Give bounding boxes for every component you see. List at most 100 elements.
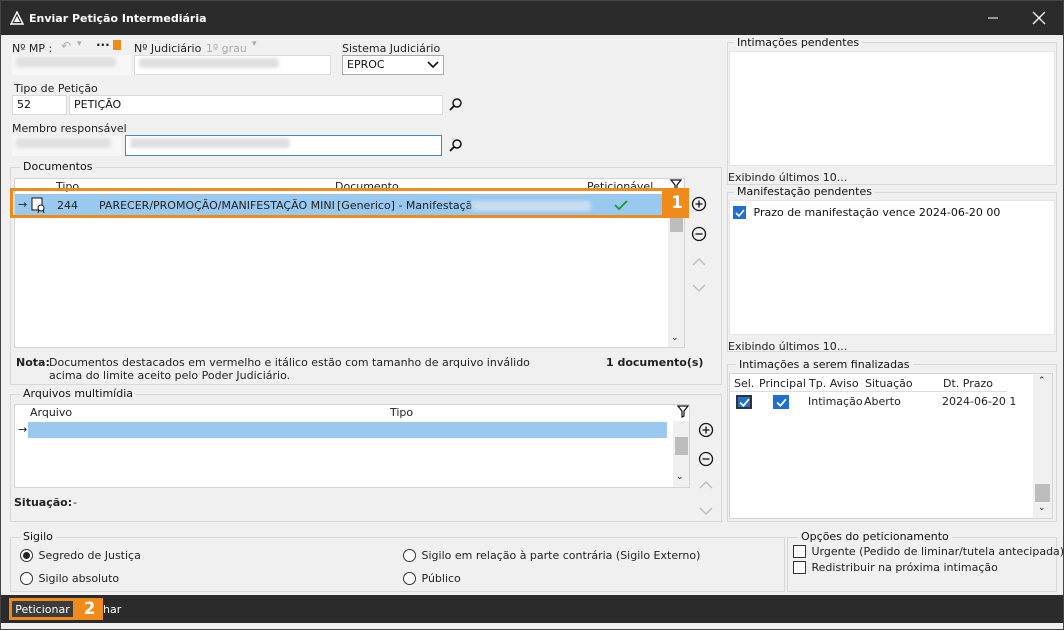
list-item[interactable]: Prazo de manifestação vence 2024-06-20 0… [733,205,1053,221]
row-situacao: Aberto [864,395,901,408]
col-situacao[interactable]: Situação [865,377,913,390]
sistema-label: Sistema Judiciário [342,42,441,55]
chevron-up-icon [692,258,706,266]
manifestacao-label: Manifestação pendentes [734,185,875,198]
externo-label: Sigilo em relação à parte contrária (Sig… [421,548,701,562]
mp-number-field[interactable] [12,55,131,75]
finalizadas-scrollbar[interactable]: ⌃ ⌄ [1033,374,1052,518]
callout-badge-2: 2 [76,598,103,620]
col-dt-prazo[interactable]: Dt. Prazo [943,377,993,390]
dropdown-chevron-icon [427,61,439,69]
scrollbar-thumb[interactable] [670,218,683,232]
mp-label: Nº MP : [12,42,53,55]
scrollbar-thumb[interactable] [675,437,688,455]
row-aviso: Intimação [808,395,863,408]
peticionar-button[interactable]: Peticionar [9,598,76,620]
file-move-down-button[interactable] [697,502,715,520]
absoluto-radio[interactable]: Sigilo absoluto [20,571,119,585]
principal-checkbox[interactable] [773,395,789,409]
flag-icon [113,40,121,50]
col-principal[interactable]: Principal [759,377,806,390]
remove-file-button[interactable] [697,450,715,468]
row-prazo: 2024-06-20 1 [942,395,1017,408]
segredo-label: Segredo de Justiça [38,548,141,562]
scroll-down-icon[interactable]: ⌄ [676,472,684,482]
chevron-down-icon [692,284,706,292]
publico-radio[interactable]: Público [403,571,461,585]
table-row[interactable]: Intimação Aberto 2024-06-20 1 [730,393,1030,411]
finalizadas-grid: Sel. Principal Tp. Aviso Situação Dt. Pr… [729,373,1053,519]
col-tp-aviso[interactable]: Tp. Aviso [809,377,859,390]
scroll-down-icon[interactable]: ⌄ [671,333,679,343]
instance-label: 1º grau [206,42,247,55]
sistema-select[interactable]: EPROC [342,55,444,75]
minimize-button[interactable] [971,1,1015,35]
membro-code-field[interactable] [12,136,122,156]
close-button[interactable] [1017,1,1061,35]
title-bar: Enviar Petição Intermediária [1,1,1063,35]
intimacoes-list[interactable] [729,51,1055,166]
publico-label: Público [421,571,461,585]
finalizadas-label: Intimações a serem finalizadas [736,358,913,371]
judicial-label: Nº Judiciário [134,42,202,55]
more-icon[interactable]: ··· [96,38,110,52]
table-row[interactable]: → [15,422,667,438]
sel-checkbox[interactable] [736,395,752,409]
checkmark-icon [735,208,745,217]
selected-cell[interactable] [28,422,667,438]
add-document-button[interactable] [690,195,708,213]
membro-name-field[interactable] [125,135,442,156]
membro-label: Membro responsável [12,122,127,135]
tipo-name-field[interactable]: PETIÇÃO [69,95,443,115]
remove-document-button[interactable] [690,225,708,243]
segredo-radio[interactable]: Segredo de Justiça [20,548,141,562]
multimidia-scrollbar[interactable]: ⌄ [673,421,689,487]
checkbox-box [793,560,806,574]
col-arquivo-tipo[interactable]: Tipo [390,406,413,419]
opcoes-label: Opções do peticionamento [798,530,952,543]
col-arquivo[interactable]: Arquivo [30,406,72,419]
back-arrow-icon: ↶ [61,39,72,53]
manifestacao-item-text: Prazo de manifestação vence 2024-06-20 0… [753,205,1001,219]
filter-icon[interactable] [677,405,689,418]
move-up-button[interactable] [690,253,708,271]
scroll-up-icon[interactable]: ⌃ [1038,376,1046,386]
note-label: Nota: [16,356,50,369]
plus-circle-icon [691,196,707,212]
dialog-window: Enviar Petição Intermediária Nº MP : ↶ ▾… [0,0,1064,630]
situacao-value: - [73,496,77,509]
tipo-search-icon[interactable] [448,97,463,112]
col-sel[interactable]: Sel. [734,377,754,390]
redistribuir-checkbox[interactable]: Redistribuir na próxima intimação [793,560,998,574]
judicial-number-field[interactable] [134,55,331,75]
minimize-icon [988,17,998,19]
cancel-button-label[interactable]: har [103,603,121,616]
action-bar: Peticionar 2 har [1,595,1063,623]
intimacoes-footer: Exibindo últimos 10... [728,171,848,184]
absoluto-label: Sigilo absoluto [38,571,120,585]
manifestacao-list: Prazo de manifestação vence 2024-06-20 0… [729,200,1055,335]
move-down-button[interactable] [690,279,708,297]
externo-radio[interactable]: Sigilo em relação à parte contrária (Sig… [403,548,700,562]
membro-search-icon[interactable] [448,138,463,153]
sigilo-group [10,537,785,592]
manifestacao-footer: Exibindo últimos 10... [728,340,848,353]
minus-circle-icon [691,226,707,242]
tipo-code-field[interactable]: 52 [12,95,67,115]
urgente-checkbox[interactable]: Urgente (Pedido de liminar/tutela anteci… [793,544,1064,558]
add-file-button[interactable] [697,421,715,439]
radio-dot [20,548,33,562]
window-title: Enviar Petição Intermediária [29,12,207,25]
radio-dot [403,548,416,562]
file-move-up-button[interactable] [697,476,715,494]
document-count: 1 documento(s) [606,356,704,369]
intimacoes-label: Intimações pendentes [734,36,863,49]
row-pointer-icon: → [18,423,28,436]
instance-chevron-icon: ▾ [252,39,257,49]
documentos-label: Documentos [20,160,96,173]
redistribuir-label: Redistribuir na próxima intimação [811,560,998,574]
manifestacao-checkbox[interactable] [733,205,746,219]
scroll-down-icon[interactable]: ⌄ [1038,503,1046,513]
chevron-down-icon: ▾ [77,39,82,49]
scrollbar-thumb[interactable] [1035,484,1050,502]
